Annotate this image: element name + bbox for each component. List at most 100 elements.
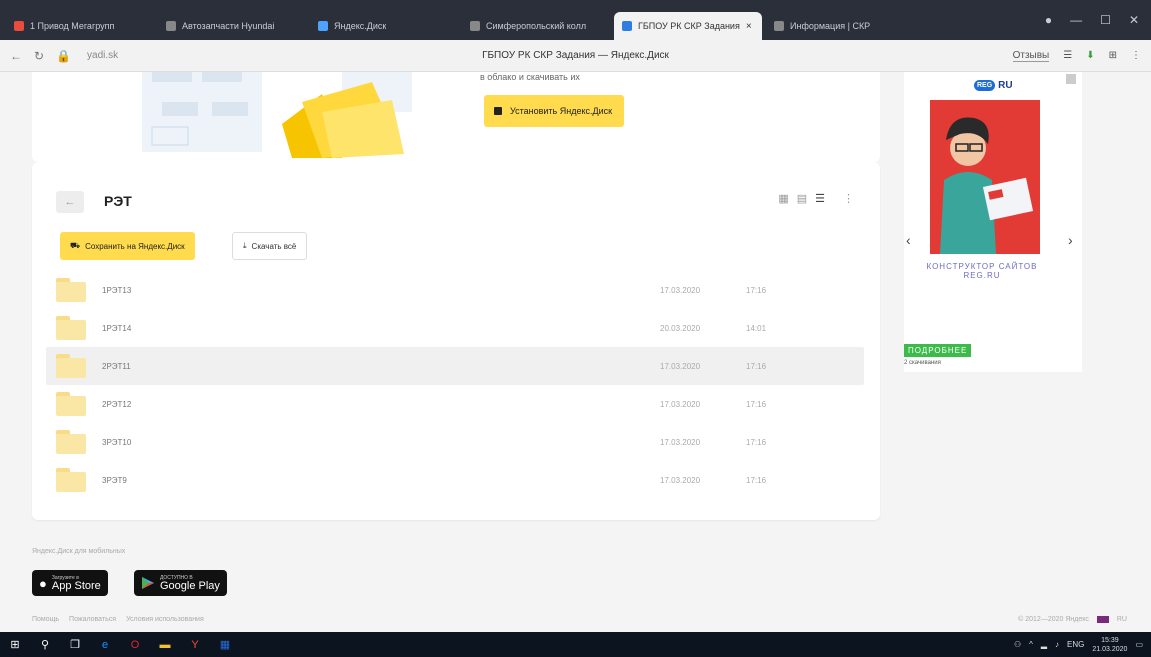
save-to-disk-button[interactable]: ⛟ Сохранить на Яндекс.Диск [60,232,195,260]
file-time: 17:16 [746,285,767,295]
ad-more-button[interactable]: ПОДРОБНЕЕ [904,344,972,357]
ad-prev-icon[interactable]: ‹ [906,232,911,248]
file-time: 17:16 [746,475,767,485]
opera-icon[interactable]: O [120,632,150,657]
people-icon[interactable]: ⚇ [1014,640,1021,649]
tab-favicon-icon [622,21,632,31]
download-icon[interactable]: ⬇ [1086,50,1094,61]
more-options-icon[interactable]: ⋮ [843,192,854,205]
file-name: 2РЭТ12 [102,399,132,409]
tab-label: Симферопольский колл [486,21,587,31]
url-field[interactable]: yadi.sk [87,50,118,61]
bookmark-icon[interactable]: ☰ [1063,50,1072,61]
reviews-link[interactable]: Отзывы [1012,50,1050,62]
google-play-button[interactable]: ДОСТУПНО В Google Play [134,570,227,596]
network-icon[interactable]: ▂ [1041,640,1047,649]
ad-next-icon[interactable]: › [1068,232,1073,248]
ad-close-icon[interactable] [1066,74,1076,84]
tab-close-icon[interactable]: × [746,21,752,32]
start-icon[interactable]: ⊞ [0,632,30,657]
tab-favicon-icon [774,21,784,31]
windows-icon [494,107,502,115]
footer-link[interactable]: Пожаловаться [69,616,116,623]
new-tab-icon[interactable]: ● [1045,13,1052,27]
task-view-icon[interactable]: ❐ [60,632,90,657]
file-date: 17.03.2020 [660,399,701,409]
explorer-icon[interactable]: ▬ [150,632,180,657]
folder-icon [56,392,86,416]
install-disk-label: Установить Яндекс.Диск [510,106,613,116]
extensions-icon[interactable]: ⊞ [1109,50,1117,61]
google-play-icon [142,577,154,589]
file-row[interactable]: 2РЭТ11 17.03.2020 17:16 [46,347,864,385]
page-title: ГБПОУ РК СКР Задания — Яндекс.Диск [482,50,669,61]
browser-tab[interactable]: Яндекс.Диск [310,12,458,40]
lock-icon: 🔒 [56,48,72,63]
tab-label: Яндекс.Диск [334,21,387,31]
clock[interactable]: 15:39 21.03.2020 [1092,636,1127,654]
language-switch[interactable]: RU [1117,616,1127,623]
ad-image [930,100,1040,254]
clock-time: 15:39 [1101,636,1119,644]
browser-tab[interactable]: Автозапчасти Hyundai [158,12,306,40]
close-window-icon[interactable]: ✕ [1129,13,1139,27]
file-name: 3РЭТ9 [102,475,127,485]
folder-card: ← РЭТ ▦ ▤ ☰ ⋮ ⛟ Сохранить на Яндекс.Диск… [32,162,880,520]
footer-link[interactable]: Условия использования [126,616,204,623]
ad-logo-text: RU [998,80,1013,91]
app-store-big: App Store [51,579,101,592]
file-row[interactable]: 2РЭТ12 17.03.2020 17:16 [46,385,864,423]
ad-subtext: 2 скачивания [904,360,941,366]
minimize-icon[interactable]: — [1070,13,1082,27]
list-view-icon[interactable]: ☰ [815,192,825,205]
file-name: 1РЭТ14 [102,323,132,333]
volume-icon[interactable]: ♪ [1055,640,1059,649]
tab-label: ГБПОУ РК СКР Задания [638,21,740,31]
google-play-big: Google Play [160,579,220,592]
app-icon[interactable]: ▦ [210,632,240,657]
app-store-button[interactable]: ● Загрузите в App Store [32,570,108,596]
maximize-icon[interactable]: ☐ [1100,13,1111,27]
copyright-text: © 2012—2020 Яндекс [1018,616,1089,623]
edge-icon[interactable]: e [90,632,120,657]
install-disk-button[interactable]: Установить Яндекс.Диск [484,95,625,127]
footer-link[interactable]: Помощь [32,616,59,623]
ad-logo: REG RU [974,80,1013,91]
browser-tab[interactable]: Информация | СКР [766,12,914,40]
keyboard-language[interactable]: ENG [1067,640,1084,649]
notifications-icon[interactable]: ▭ [1135,640,1143,649]
yandex-browser-icon[interactable]: Y [180,632,210,657]
back-icon[interactable]: ← [10,49,22,63]
file-row[interactable]: 3РЭТ9 17.03.2020 17:16 [46,461,864,499]
download-all-label: Скачать всё [251,241,297,251]
browser-tab[interactable]: 1 Привод Мегагрупп [6,12,154,40]
tiles-large-icon[interactable]: ▦ [778,192,788,205]
folder-icon [56,430,86,454]
nav-buttons: ← ↻ 🔒 [0,49,71,63]
menu-icon[interactable]: ⋮ [1131,50,1141,61]
file-name: 2РЭТ11 [102,361,131,371]
download-all-button[interactable]: ⤓ Скачать всё [232,232,308,260]
ad-banner[interactable]: REG RU ‹ › КОНСТРУКТОР САЙТОВ REG.RU ПОД… [904,72,1082,372]
file-date: 17.03.2020 [660,437,701,447]
footer-copyright: © 2012—2020 Яндекс RU [1018,616,1127,623]
tab-label: Автозапчасти Hyundai [182,21,275,31]
promo-text: в облако и скачивать их [480,72,580,82]
mobile-apps-caption: Яндекс.Диск для мобильных [32,548,126,555]
chevron-up-icon[interactable]: ^ [1029,640,1033,649]
browser-tab[interactable]: Симферопольский колл [462,12,610,40]
search-icon[interactable]: ⚲ [30,632,60,657]
file-row[interactable]: 3РЭТ10 17.03.2020 17:16 [46,423,864,461]
reload-icon[interactable]: ↻ [34,49,44,63]
file-row[interactable]: 1РЭТ14 20.03.2020 14:01 [46,309,864,347]
footer-links: Помощь Пожаловаться Условия использования [32,616,204,623]
back-button[interactable]: ← [56,191,84,213]
view-switcher: ▦ ▤ ☰ ⋮ [778,192,854,205]
folder-icon [56,468,86,492]
browser-tab[interactable]: ГБПОУ РК СКР Задания × [614,12,762,40]
tab-favicon-icon [318,21,328,31]
folder-title: РЭТ [104,193,132,209]
folders-illustration-icon [142,72,412,158]
file-row[interactable]: 1РЭТ13 17.03.2020 17:16 [46,271,864,309]
tiles-small-icon[interactable]: ▤ [797,192,807,205]
